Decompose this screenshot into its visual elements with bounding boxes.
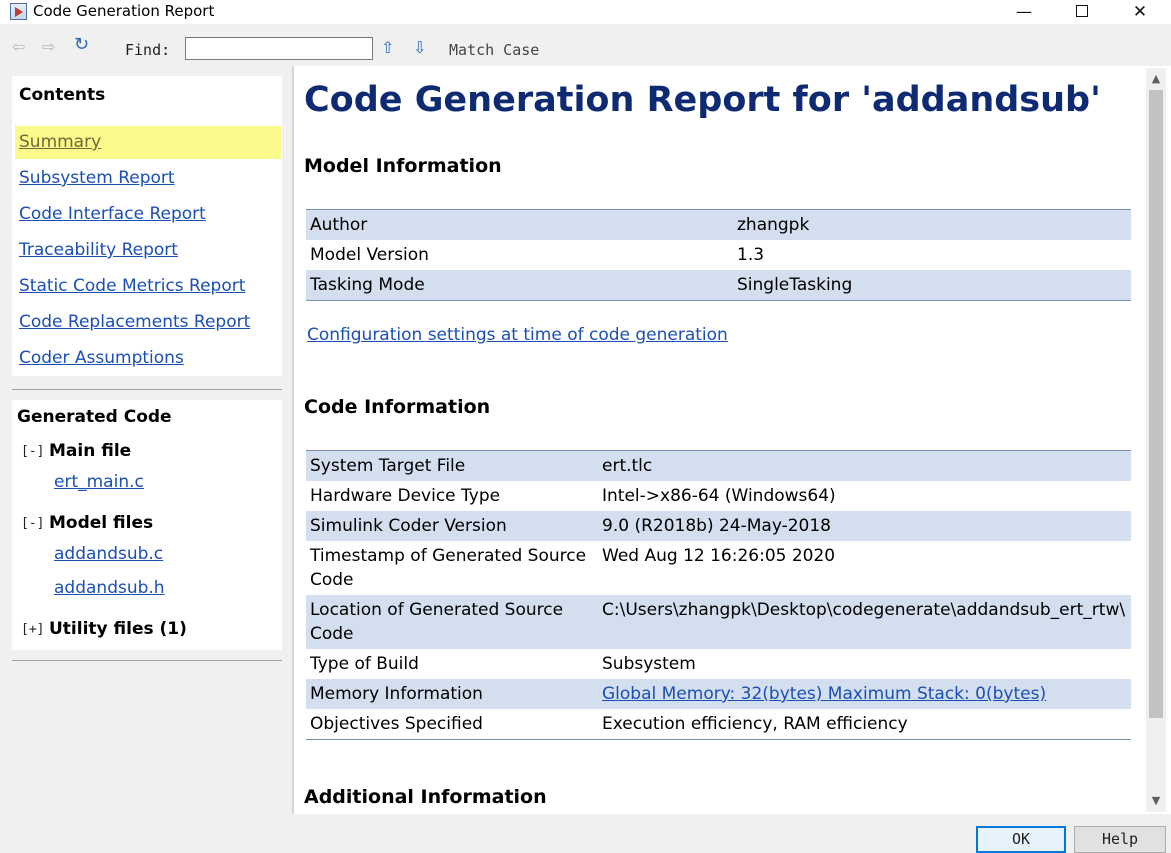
help-button[interactable]: Help bbox=[1074, 826, 1166, 853]
scrollbar-thumb[interactable] bbox=[1149, 90, 1163, 718]
configuration-settings-link[interactable]: Configuration settings at time of code g… bbox=[307, 325, 728, 345]
table-value: Wed Aug 12 16:26:05 2020 bbox=[598, 541, 1131, 595]
table-value: 9.0 (R2018b) 24-May-2018 bbox=[598, 511, 1131, 541]
maximize-icon bbox=[1076, 5, 1088, 17]
table-key: Timestamp of Generated Source Code bbox=[306, 541, 598, 595]
scroll-down-icon[interactable]: ▼ bbox=[1146, 790, 1166, 812]
page-title: Code Generation Report for 'addandsub' bbox=[304, 80, 1101, 120]
table-row: Type of Build Subsystem bbox=[306, 649, 1131, 679]
main-file-toggle[interactable]: [-] bbox=[21, 444, 44, 459]
back-arrow-icon[interactable]: ⇦ bbox=[12, 39, 25, 55]
ok-button[interactable]: OK bbox=[976, 826, 1066, 853]
refresh-icon[interactable]: ↻ bbox=[74, 36, 89, 54]
nav-bottom-divider bbox=[12, 660, 282, 661]
toolbar: ⇦ ⇨ ↻ Find: ⇧ ⇩ Match Case bbox=[0, 24, 1171, 66]
table-row: Author zhangpk bbox=[306, 209, 1131, 240]
main-file-label: Main file bbox=[49, 441, 132, 461]
report-content: Code Generation Report for 'addandsub' M… bbox=[294, 68, 1146, 812]
contents-panel: Contents Summary Subsystem Report Code I… bbox=[12, 76, 282, 376]
generated-code-heading: Generated Code bbox=[17, 407, 172, 427]
table-key: Memory Information bbox=[306, 679, 598, 709]
table-key: Simulink Coder Version bbox=[306, 511, 598, 541]
nav-link-static-code-metrics-report[interactable]: Static Code Metrics Report bbox=[19, 276, 245, 296]
match-case-toggle[interactable]: Match Case bbox=[449, 41, 539, 59]
table-value: Intel->x86-64 (Windows64) bbox=[598, 481, 1131, 511]
table-row: Simulink Coder Version 9.0 (R2018b) 24-M… bbox=[306, 511, 1131, 541]
close-button[interactable]: ✕ bbox=[1111, 0, 1169, 24]
vertical-scrollbar[interactable]: ▲ ▼ bbox=[1146, 68, 1166, 812]
model-information-table: Author zhangpk Model Version 1.3 Tasking… bbox=[306, 209, 1131, 301]
file-link-ert-main-c[interactable]: ert_main.c bbox=[54, 472, 144, 492]
title-bar: Code Generation Report — ✕ bbox=[0, 0, 1171, 24]
table-row: Hardware Device Type Intel->x86-64 (Wind… bbox=[306, 481, 1131, 511]
table-value: C:\Users\zhangpk\Desktop\codegenerate\ad… bbox=[598, 595, 1131, 649]
nav-link-coder-assumptions[interactable]: Coder Assumptions bbox=[19, 348, 184, 368]
model-files-toggle[interactable]: [-] bbox=[21, 516, 44, 531]
table-row: Tasking Mode SingleTasking bbox=[306, 270, 1131, 301]
memory-information-link[interactable]: Global Memory: 32(bytes) Maximum Stack: … bbox=[602, 684, 1046, 704]
nav-link-traceability-report[interactable]: Traceability Report bbox=[19, 240, 178, 260]
file-link-addandsub-c[interactable]: addandsub.c bbox=[54, 544, 163, 564]
find-input[interactable] bbox=[185, 37, 373, 60]
contents-heading: Contents bbox=[19, 85, 106, 105]
generated-code-panel: Generated Code [-] Main file ert_main.c … bbox=[12, 400, 282, 650]
table-key: Objectives Specified bbox=[306, 709, 598, 740]
table-row: Location of Generated Source Code C:\Use… bbox=[306, 595, 1131, 649]
table-value: Subsystem bbox=[598, 649, 1131, 679]
table-value: zhangpk bbox=[733, 209, 1131, 240]
window-title: Code Generation Report bbox=[33, 2, 215, 20]
nav-link-subsystem-report[interactable]: Subsystem Report bbox=[19, 168, 175, 188]
table-key: Type of Build bbox=[306, 649, 598, 679]
code-information-heading: Code Information bbox=[304, 396, 491, 418]
navigation-pane: Contents Summary Subsystem Report Code I… bbox=[0, 66, 293, 814]
table-row: Model Version 1.3 bbox=[306, 240, 1131, 270]
table-key: Tasking Mode bbox=[306, 270, 733, 301]
table-key: Location of Generated Source Code bbox=[306, 595, 598, 649]
scroll-up-icon[interactable]: ▲ bbox=[1146, 68, 1166, 90]
model-files-label: Model files bbox=[49, 513, 154, 533]
find-label: Find: bbox=[125, 41, 171, 59]
forward-arrow-icon[interactable]: ⇨ bbox=[42, 39, 55, 55]
table-key: Model Version bbox=[306, 240, 733, 270]
table-row: Timestamp of Generated Source Code Wed A… bbox=[306, 541, 1131, 595]
table-value: 1.3 bbox=[733, 240, 1131, 270]
find-next-icon[interactable]: ⇩ bbox=[413, 38, 426, 57]
table-row: System Target File ert.tlc bbox=[306, 450, 1131, 481]
code-information-table: System Target File ert.tlc Hardware Devi… bbox=[306, 450, 1131, 740]
nav-divider bbox=[12, 389, 282, 390]
table-key: System Target File bbox=[306, 450, 598, 481]
table-value: Global Memory: 32(bytes) Maximum Stack: … bbox=[598, 679, 1131, 709]
maximize-button[interactable] bbox=[1053, 0, 1111, 24]
nav-link-code-interface-report[interactable]: Code Interface Report bbox=[19, 204, 206, 224]
table-value: ert.tlc bbox=[598, 450, 1131, 481]
file-link-addandsub-h[interactable]: addandsub.h bbox=[54, 578, 165, 598]
table-key: Author bbox=[306, 209, 733, 240]
nav-link-code-replacements-report[interactable]: Code Replacements Report bbox=[19, 312, 250, 332]
minimize-button[interactable]: — bbox=[995, 0, 1053, 24]
table-value: Execution efficiency, RAM efficiency bbox=[598, 709, 1131, 740]
table-row: Objectives Specified Execution efficienc… bbox=[306, 709, 1131, 740]
find-previous-icon[interactable]: ⇧ bbox=[381, 38, 394, 57]
table-key: Hardware Device Type bbox=[306, 481, 598, 511]
table-value: SingleTasking bbox=[733, 270, 1131, 301]
table-row: Memory Information Global Memory: 32(byt… bbox=[306, 679, 1131, 709]
nav-link-summary[interactable]: Summary bbox=[19, 132, 101, 152]
additional-information-heading: Additional Information bbox=[304, 786, 547, 808]
model-information-heading: Model Information bbox=[304, 155, 502, 177]
utility-files-label: Utility files (1) bbox=[49, 619, 187, 639]
app-icon bbox=[10, 3, 27, 20]
dialog-button-bar: OK Help bbox=[0, 814, 1171, 853]
utility-files-toggle[interactable]: [+] bbox=[21, 622, 44, 637]
